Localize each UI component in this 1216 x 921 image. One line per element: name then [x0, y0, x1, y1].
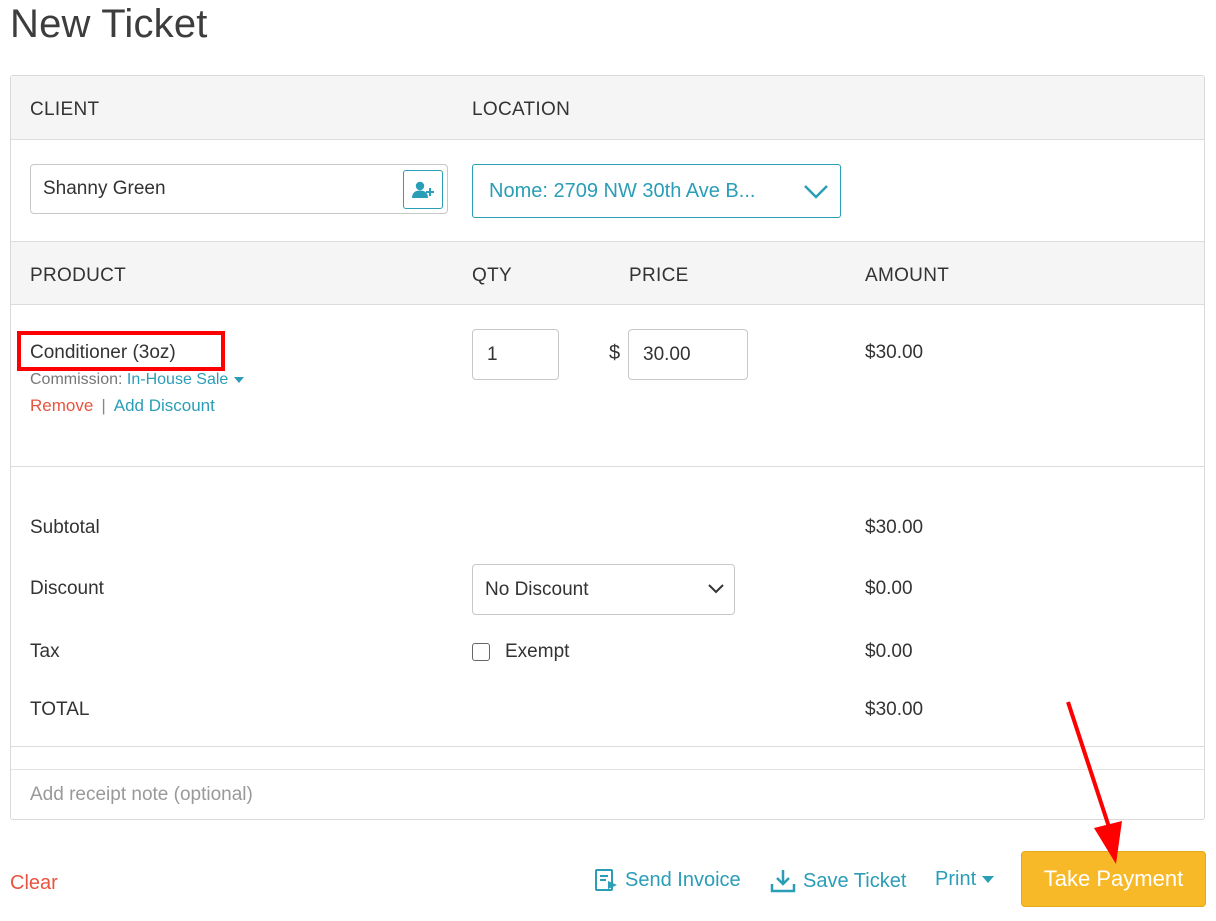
line-item-actions: Remove | Add Discount [30, 396, 215, 416]
divider [11, 746, 1204, 747]
line-amount: $30.00 [865, 342, 924, 363]
add-user-icon [412, 181, 434, 198]
receipt-note-input[interactable]: Add receipt note (optional) [11, 769, 1204, 819]
client-header: CLIENT [30, 99, 100, 120]
print-dropdown[interactable]: Print [935, 868, 995, 891]
tax-exempt[interactable]: Exempt [472, 641, 569, 663]
page-title: New Ticket [10, 2, 208, 46]
location-value: Nome: 2709 NW 30th Ave B... [489, 180, 756, 202]
tax-value: $0.00 [865, 641, 913, 662]
remove-link[interactable]: Remove [30, 396, 93, 415]
location-select[interactable]: Nome: 2709 NW 30th Ave B... [472, 164, 841, 218]
product-header-row: PRODUCT QTY PRICE AMOUNT [11, 241, 1204, 305]
add-discount-link[interactable]: Add Discount [114, 396, 215, 415]
client-header-row: CLIENT LOCATION [11, 76, 1204, 140]
subtotal-value: $30.00 [865, 517, 924, 538]
price-input[interactable]: 30.00 [628, 329, 748, 380]
clear-link[interactable]: Clear [10, 872, 58, 895]
annotation-arrow-icon [1066, 701, 1122, 864]
add-client-button[interactable] [403, 170, 443, 209]
commission-label: Commission: [30, 371, 123, 388]
caret-down-icon [982, 876, 995, 883]
commission-value: In-House Sale [126, 371, 229, 388]
save-ticket-label: Save Ticket [803, 869, 907, 892]
commission-row: Commission: In-House Sale [30, 371, 245, 389]
exempt-label: Exempt [505, 641, 570, 662]
commission-dropdown[interactable]: In-House Sale [126, 371, 245, 388]
save-ticket-button[interactable]: Save Ticket [770, 868, 906, 894]
download-icon [770, 870, 796, 893]
caret-down-icon [234, 376, 245, 383]
client-input[interactable]: Shanny Green [30, 164, 448, 214]
currency-symbol: $ [609, 342, 621, 364]
subtotal-label: Subtotal [30, 517, 100, 538]
ticket-panel: CLIENT LOCATION Shanny Green Nome: 2709 … [10, 75, 1205, 820]
send-invoice-button[interactable]: Send Invoice [594, 868, 741, 892]
discount-value: $0.00 [865, 578, 913, 599]
qty-header: QTY [472, 265, 512, 286]
send-invoice-label: Send Invoice [625, 868, 741, 891]
client-name: Shanny Green [43, 178, 166, 199]
price-header: PRICE [629, 265, 689, 286]
chevron-down-icon [708, 584, 724, 594]
discount-label: Discount [30, 578, 104, 599]
divider [11, 466, 1204, 467]
exempt-checkbox[interactable] [472, 643, 490, 661]
print-label: Print [935, 868, 977, 890]
amount-header: AMOUNT [865, 265, 950, 286]
action-separator: | [101, 396, 106, 415]
tax-label: Tax [30, 641, 60, 662]
total-value: $30.00 [865, 699, 924, 720]
chevron-down-icon [804, 185, 828, 199]
discount-select[interactable]: No Discount [472, 564, 735, 615]
discount-selected: No Discount [485, 579, 589, 600]
qty-input[interactable]: 1 [472, 329, 559, 380]
product-name: Conditioner (3oz) [30, 342, 176, 363]
location-header: LOCATION [472, 99, 571, 120]
product-header: PRODUCT [30, 265, 127, 286]
invoice-icon [595, 869, 617, 891]
total-label: TOTAL [30, 699, 90, 720]
